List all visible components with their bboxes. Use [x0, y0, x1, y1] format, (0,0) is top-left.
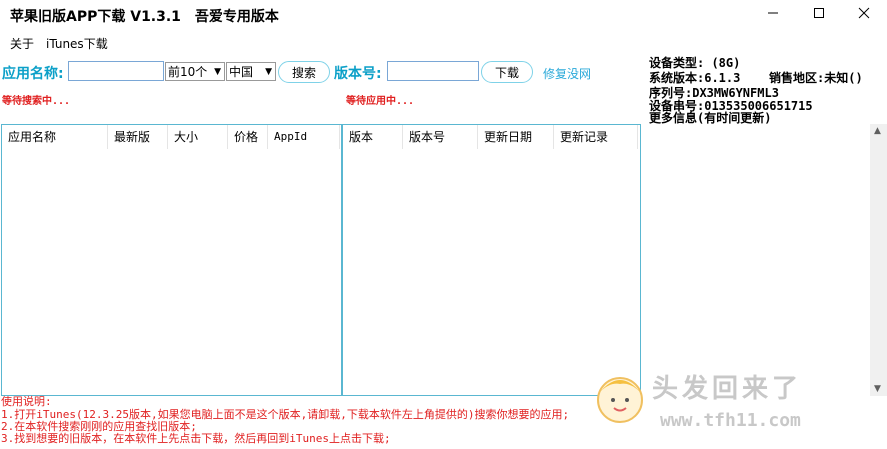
column-header[interactable]: AppId	[268, 125, 340, 149]
column-header[interactable]: 价格	[228, 125, 268, 149]
watermark-url: www.tfh11.com	[660, 410, 801, 431]
fix-network-link[interactable]: 修复没网	[543, 65, 591, 82]
version-list-table[interactable]: 版本 版本号 更新日期 更新记录	[342, 124, 641, 396]
version-label: 版本号:	[334, 66, 382, 82]
column-header[interactable]: 版本号	[403, 125, 478, 149]
count-select[interactable]: 前10个 ▼	[165, 62, 225, 81]
help-title: 使用说明:	[1, 395, 52, 408]
minimize-button[interactable]	[750, 0, 796, 26]
app-status: 等待应用中...	[346, 96, 415, 107]
scroll-up-icon[interactable]: ▲	[874, 126, 881, 136]
app-name-input[interactable]	[68, 61, 164, 81]
version-list-header: 版本 版本号 更新日期 更新记录	[343, 125, 638, 149]
app-list-header: 应用名称 最新版 大小 价格 AppId	[2, 125, 340, 149]
minimize-icon	[768, 12, 778, 14]
chevron-down-icon: ▼	[214, 66, 221, 77]
more-info: 更多信息(有时间更新)	[649, 111, 772, 125]
scroll-down-icon[interactable]: ▼	[874, 384, 881, 394]
column-header[interactable]: 更新日期	[478, 125, 554, 149]
app-name-label: 应用名称:	[2, 66, 64, 82]
chevron-down-icon: ▼	[265, 66, 272, 77]
column-header[interactable]: 更新记录	[554, 125, 638, 149]
menu-itunes-download[interactable]: iTunes下载	[46, 35, 108, 52]
search-button[interactable]: 搜索	[278, 61, 330, 83]
version-input[interactable]	[387, 61, 479, 81]
close-button[interactable]	[841, 0, 887, 26]
maximize-button[interactable]	[796, 0, 842, 26]
close-icon	[858, 7, 870, 19]
column-header[interactable]: 大小	[168, 125, 228, 149]
download-button[interactable]: 下载	[481, 61, 533, 83]
scrollbar[interactable]: ▲ ▼	[870, 124, 887, 396]
maximize-icon	[814, 8, 824, 18]
column-header[interactable]: 版本	[343, 125, 403, 149]
app-list-table[interactable]: 应用名称 最新版 大小 价格 AppId	[1, 124, 342, 396]
column-header[interactable]: 最新版	[108, 125, 168, 149]
count-select-value: 前10个	[168, 65, 208, 79]
watermark-text: 头发回来了	[652, 374, 803, 404]
menu-about[interactable]: 关于	[10, 35, 34, 52]
window-title: 苹果旧版APP下载 V1.3.1 吾爱专用版本	[10, 9, 279, 25]
sales-region: 销售地区:未知()	[769, 71, 863, 85]
region-select-value: 中国	[229, 65, 254, 79]
column-header[interactable]: 应用名称	[2, 125, 108, 149]
search-status: 等待搜索中...	[2, 96, 71, 107]
region-select[interactable]: 中国 ▼	[226, 62, 276, 81]
help-line-3: 3.找到想要的旧版本，在本软件上先点击下载，然后再回到iTunes上点击下载;	[1, 432, 391, 445]
watermark-logo-icon	[590, 368, 650, 428]
